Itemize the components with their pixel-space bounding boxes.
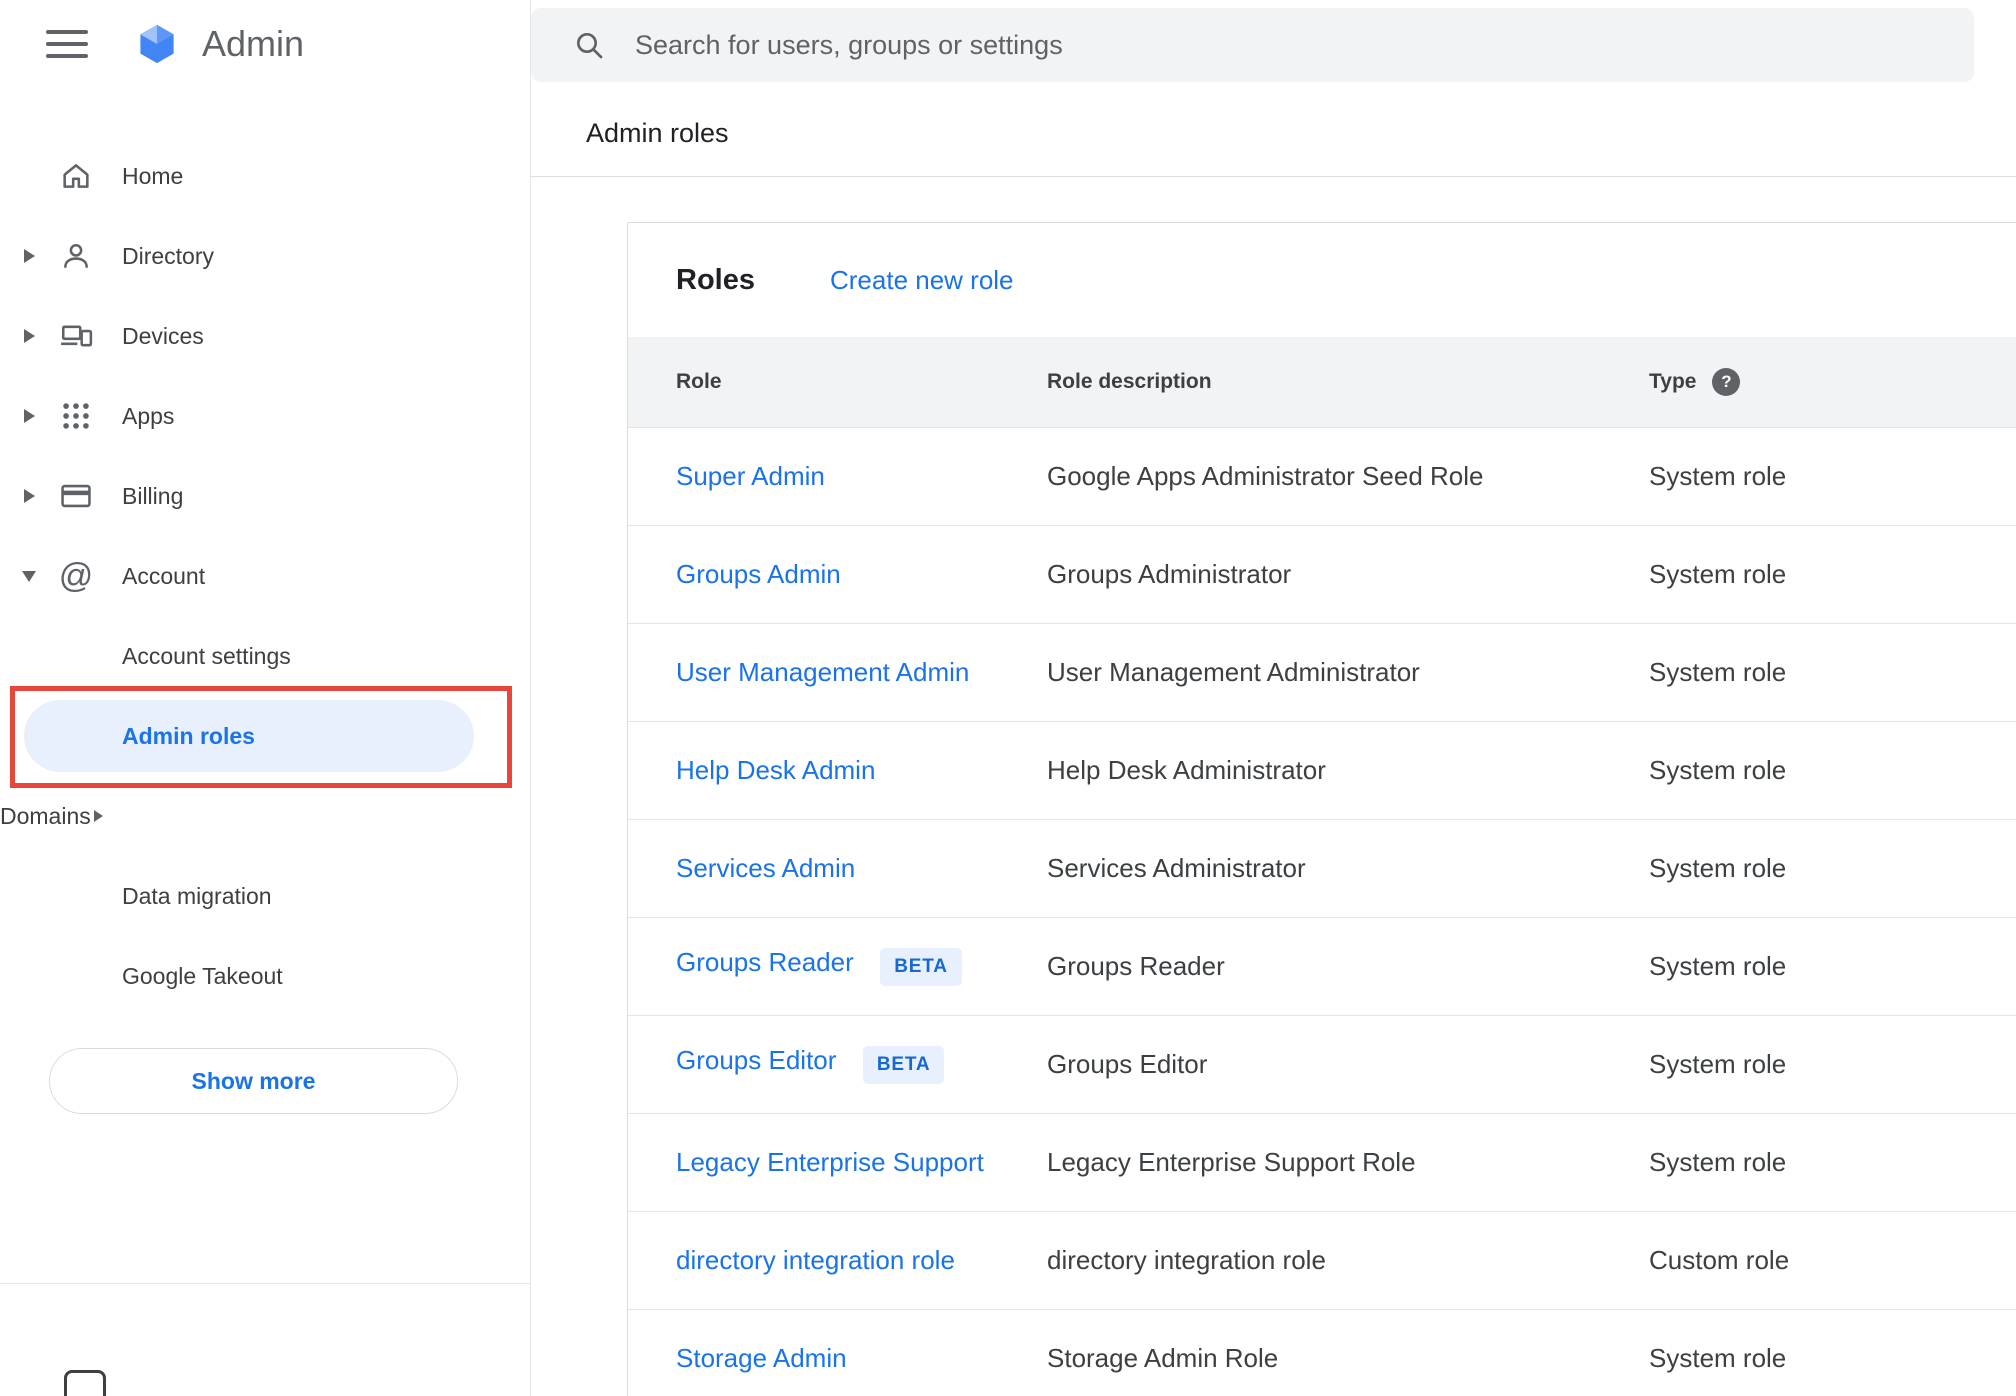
apps-icon xyxy=(56,399,96,433)
role-link[interactable]: User Management Admin xyxy=(676,657,969,687)
sidebar-item-home[interactable]: Home xyxy=(0,136,530,216)
role-description: Google Apps Administrator Seed Role xyxy=(1047,461,1484,491)
sidebar-footer-divider xyxy=(0,1283,530,1284)
hamburger-menu-icon[interactable] xyxy=(46,30,88,58)
sidebar-item-apps[interactable]: Apps xyxy=(0,376,530,456)
admin-console-screen: Admin Home Directory Devices Apps Billin… xyxy=(0,0,2016,1396)
role-description: Groups Administrator xyxy=(1047,559,1292,589)
roles-card-header: Roles Create new role xyxy=(628,223,2016,337)
devices-icon xyxy=(56,319,96,353)
table-row: Super Admin Google Apps Administrator Se… xyxy=(628,427,2016,525)
home-icon xyxy=(56,159,96,193)
sidebar-nav: Home Directory Devices Apps Billing @ Ac… xyxy=(0,136,530,1016)
chevron-right-icon xyxy=(94,810,103,822)
chevron-down-icon xyxy=(22,570,36,582)
table-row: Groups Admin Groups Administrator System… xyxy=(628,525,2016,623)
roles-table-body: Super Admin Google Apps Administrator Se… xyxy=(628,427,2016,1396)
role-type: System role xyxy=(1649,853,1787,883)
role-description: Help Desk Administrator xyxy=(1047,755,1326,785)
sidebar-item-admin-roles[interactable]: Admin roles xyxy=(0,696,530,776)
chevron-right-icon xyxy=(23,329,35,343)
breadcrumb: Admin roles xyxy=(586,118,729,148)
search-icon xyxy=(573,29,605,61)
role-description: Storage Admin Role xyxy=(1047,1343,1279,1373)
sidebar-item-directory[interactable]: Directory xyxy=(0,216,530,296)
sidebar-item-data-migration[interactable]: Data migration xyxy=(0,856,530,936)
role-type: System role xyxy=(1649,1343,1787,1373)
roles-title: Roles xyxy=(676,263,755,296)
role-description: User Management Administrator xyxy=(1047,657,1420,687)
search-input[interactable] xyxy=(635,29,1974,61)
role-type: System role xyxy=(1649,559,1787,589)
role-type: System role xyxy=(1649,657,1787,687)
chevron-right-icon xyxy=(23,489,35,503)
sidebar-item-account-settings[interactable]: Account settings xyxy=(0,616,530,696)
account-icon: @ xyxy=(58,557,94,595)
column-header-type: Type ? xyxy=(1649,368,2016,396)
role-link[interactable]: Groups Admin xyxy=(676,559,841,589)
sidebar-item-domains[interactable]: Domains xyxy=(0,776,530,856)
search-bar xyxy=(531,8,1974,82)
role-link[interactable]: Groups Reader xyxy=(676,947,854,977)
column-header-description: Role description xyxy=(1047,370,1212,393)
sidebar-item-billing[interactable]: Billing xyxy=(0,456,530,536)
chevron-right-icon xyxy=(23,409,35,423)
table-row: Groups Reader BETA Groups Reader System … xyxy=(628,917,2016,1015)
sidebar-item-account[interactable]: @ Account xyxy=(0,536,530,616)
show-more-button[interactable]: Show more xyxy=(49,1048,458,1114)
table-row: directory integration role directory int… xyxy=(628,1211,2016,1309)
help-icon[interactable]: ? xyxy=(1712,368,1741,396)
sidebar-header: Admin xyxy=(0,0,530,88)
roles-card: Roles Create new role Role Role descript… xyxy=(627,222,2016,1396)
column-header-role: Role xyxy=(676,370,722,393)
role-type: System role xyxy=(1649,1147,1787,1177)
role-description: Legacy Enterprise Support Role xyxy=(1047,1147,1416,1177)
role-type: System role xyxy=(1649,461,1787,491)
roles-table-header: Role Role description Type ? xyxy=(628,337,2016,427)
admin-logo-icon xyxy=(134,21,180,67)
role-type: System role xyxy=(1649,755,1787,785)
role-description: Groups Editor xyxy=(1047,1049,1208,1079)
role-type: Custom role xyxy=(1649,1245,1790,1275)
table-row: User Management Admin User Management Ad… xyxy=(628,623,2016,721)
role-link[interactable]: Groups Editor xyxy=(676,1045,836,1075)
sidebar-item-devices[interactable]: Devices xyxy=(0,296,530,376)
table-row: Groups Editor BETA Groups Editor System … xyxy=(628,1015,2016,1113)
role-type: System role xyxy=(1649,951,1787,981)
role-link[interactable]: Legacy Enterprise Support xyxy=(676,1147,984,1177)
role-link[interactable]: Storage Admin xyxy=(676,1343,847,1373)
role-link[interactable]: Help Desk Admin xyxy=(676,755,875,785)
beta-badge: BETA xyxy=(862,1045,945,1084)
header-divider xyxy=(531,176,2016,177)
role-link[interactable]: Super Admin xyxy=(676,461,825,491)
role-description: Groups Reader xyxy=(1047,951,1225,981)
role-description: Services Administrator xyxy=(1047,853,1306,883)
chevron-right-icon xyxy=(23,249,35,263)
table-row: Legacy Enterprise Support Legacy Enterpr… xyxy=(628,1113,2016,1211)
beta-badge: BETA xyxy=(880,947,962,986)
footer-partial-icon xyxy=(64,1370,106,1396)
app-title: Admin xyxy=(202,23,305,64)
selected-item-pill: Admin roles xyxy=(24,700,474,772)
sidebar: Admin Home Directory Devices Apps Billin… xyxy=(0,0,531,1396)
role-description: directory integration role xyxy=(1047,1245,1326,1275)
table-row: Services Admin Services Administrator Sy… xyxy=(628,819,2016,917)
table-row: Help Desk Admin Help Desk Administrator … xyxy=(628,721,2016,819)
directory-icon xyxy=(56,239,96,273)
billing-icon xyxy=(56,479,96,513)
role-link[interactable]: directory integration role xyxy=(676,1245,955,1275)
role-type: System role xyxy=(1649,1049,1787,1079)
sidebar-item-google-takeout[interactable]: Google Takeout xyxy=(0,936,530,1016)
main-content: Admin roles Roles Create new role Role R… xyxy=(531,0,2016,1396)
role-link[interactable]: Services Admin xyxy=(676,853,855,883)
create-new-role-link[interactable]: Create new role xyxy=(830,265,1014,296)
table-row: Storage Admin Storage Admin Role System … xyxy=(628,1309,2016,1396)
